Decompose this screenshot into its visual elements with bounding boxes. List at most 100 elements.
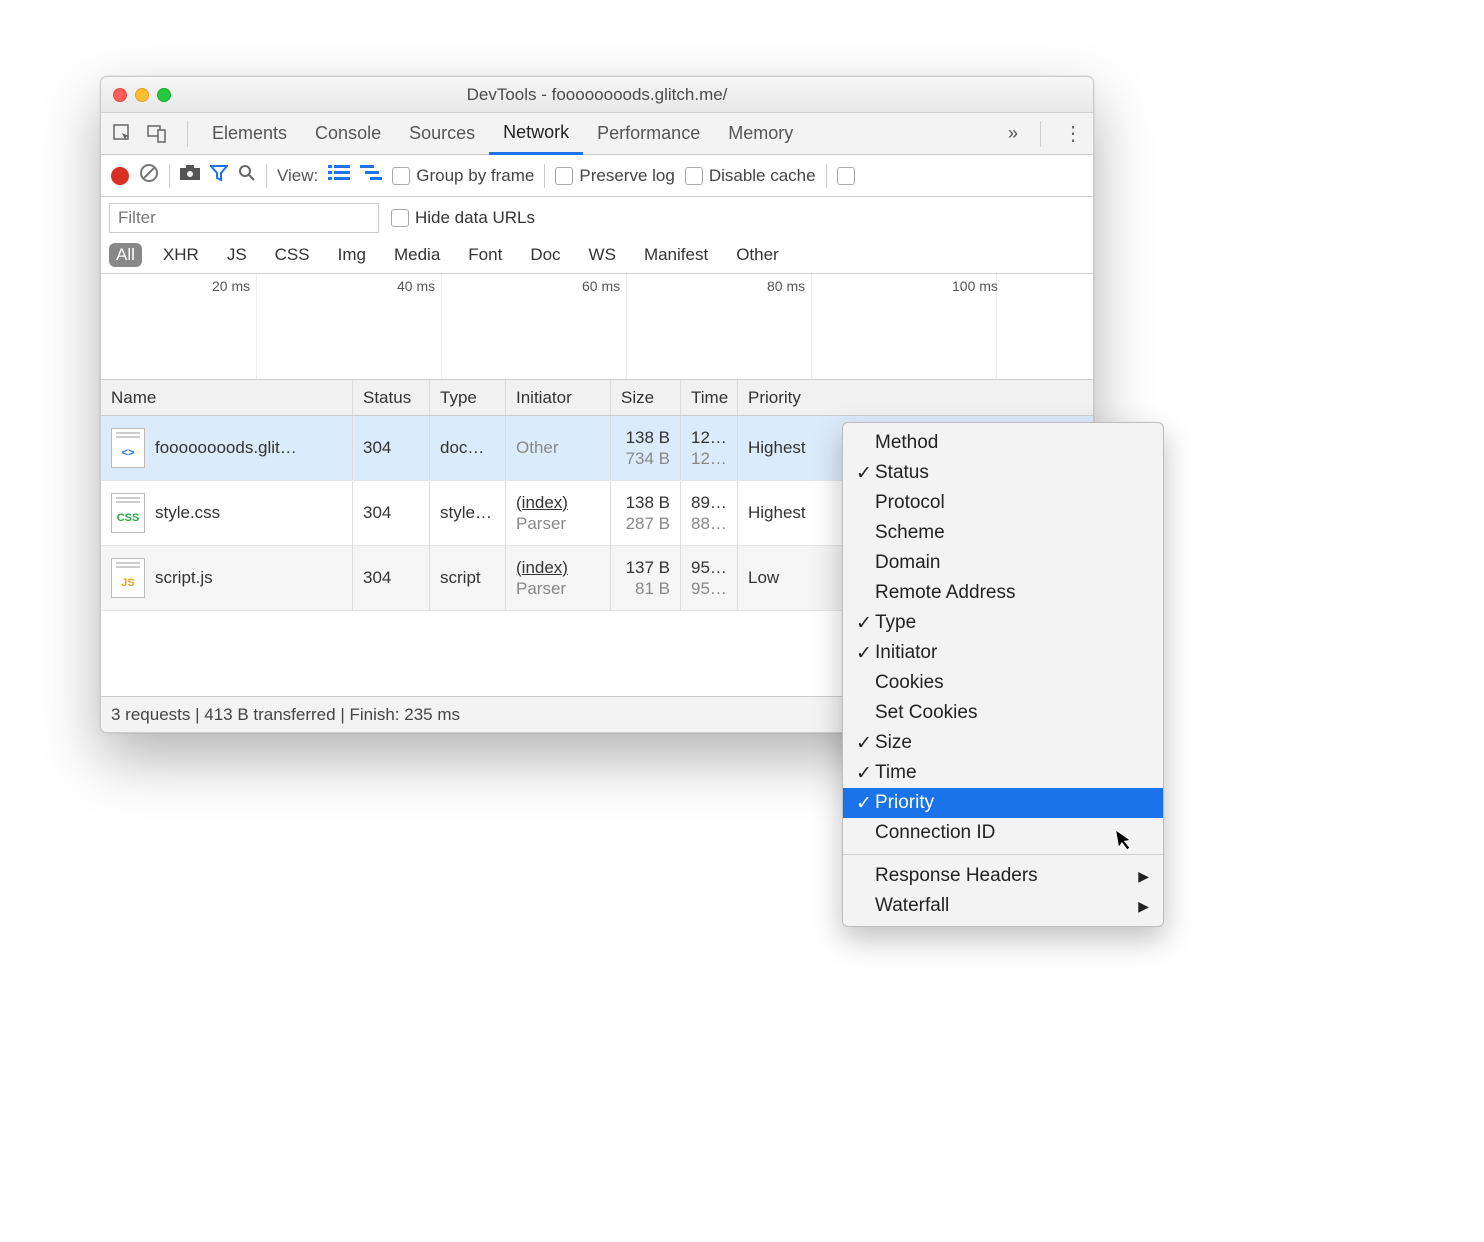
menu-item-initiator[interactable]: ✓Initiator bbox=[843, 638, 1163, 668]
filter-type-img[interactable]: Img bbox=[331, 243, 373, 267]
filter-icon[interactable] bbox=[210, 164, 228, 187]
menu-item-method[interactable]: Method bbox=[843, 428, 1163, 458]
minimize-window-button[interactable] bbox=[135, 88, 149, 102]
cell-priority: Low bbox=[738, 546, 818, 610]
menu-item-type[interactable]: ✓Type bbox=[843, 608, 1163, 638]
offline-checkbox[interactable] bbox=[837, 167, 855, 185]
search-icon[interactable] bbox=[238, 164, 256, 187]
col-type[interactable]: Type bbox=[430, 380, 506, 415]
request-name: style.css bbox=[155, 503, 220, 523]
tab-sources[interactable]: Sources bbox=[395, 113, 489, 155]
filter-type-font[interactable]: Font bbox=[461, 243, 509, 267]
group-by-frame-checkbox[interactable]: Group by frame bbox=[392, 166, 534, 186]
cell-size: 137 B81 B bbox=[611, 546, 681, 610]
tab-elements[interactable]: Elements bbox=[198, 113, 301, 155]
col-initiator[interactable]: Initiator bbox=[506, 380, 611, 415]
tab-performance[interactable]: Performance bbox=[583, 113, 714, 155]
menu-item-scheme[interactable]: Scheme bbox=[843, 518, 1163, 548]
hide-data-urls-checkbox[interactable]: Hide data URLs bbox=[391, 208, 535, 228]
cell-time: 95…95… bbox=[681, 546, 738, 610]
titlebar: DevTools - foooooooods.glitch.me/ bbox=[101, 77, 1093, 113]
tab-memory[interactable]: Memory bbox=[714, 113, 807, 155]
file-type-icon: <> bbox=[122, 447, 135, 459]
request-name: foooooooods.glit… bbox=[155, 438, 297, 458]
tabs-overflow-icon[interactable]: » bbox=[1008, 123, 1018, 144]
check-icon: ✓ bbox=[853, 792, 875, 815]
cell-size: 138 B734 B bbox=[611, 416, 681, 480]
col-size[interactable]: Size bbox=[611, 380, 681, 415]
check-icon: ✓ bbox=[853, 612, 875, 635]
initiator-text: Other bbox=[516, 437, 600, 458]
list-view-icon[interactable] bbox=[328, 165, 350, 186]
filter-type-media[interactable]: Media bbox=[387, 243, 447, 267]
menu-item-size[interactable]: ✓Size bbox=[843, 728, 1163, 758]
check-icon: ✓ bbox=[853, 642, 875, 665]
device-toggle-icon[interactable] bbox=[143, 120, 171, 148]
request-name: script.js bbox=[155, 568, 213, 588]
col-priority[interactable]: Priority bbox=[738, 380, 818, 415]
traffic-lights bbox=[113, 88, 171, 102]
view-label: View: bbox=[277, 166, 318, 186]
filter-type-xhr[interactable]: XHR bbox=[156, 243, 206, 267]
cell-priority: Highest bbox=[738, 481, 818, 545]
menu-item-time[interactable]: ✓Time bbox=[843, 758, 1163, 788]
tab-console[interactable]: Console bbox=[301, 113, 395, 155]
file-type-icon: CSS bbox=[117, 512, 140, 524]
cell-type: script bbox=[430, 546, 506, 610]
filter-input[interactable] bbox=[109, 203, 379, 233]
preserve-log-checkbox[interactable]: Preserve log bbox=[555, 166, 674, 186]
cell-size: 138 B287 B bbox=[611, 481, 681, 545]
zoom-window-button[interactable] bbox=[157, 88, 171, 102]
cell-priority: Highest bbox=[738, 416, 818, 480]
timeline-tick: 100 ms bbox=[952, 278, 998, 294]
menu-item-cookies[interactable]: Cookies bbox=[843, 668, 1163, 698]
inspect-element-icon[interactable] bbox=[109, 120, 137, 148]
status-summary: 3 requests | 413 B transferred | Finish:… bbox=[111, 705, 460, 725]
filter-type-css[interactable]: CSS bbox=[268, 243, 317, 267]
filter-type-js[interactable]: JS bbox=[220, 243, 254, 267]
check-icon: ✓ bbox=[853, 462, 875, 485]
clear-button[interactable] bbox=[139, 163, 159, 188]
filter-type-ws[interactable]: WS bbox=[582, 243, 623, 267]
settings-kebab-icon[interactable]: ⋮ bbox=[1063, 121, 1085, 146]
check-icon: ✓ bbox=[853, 762, 875, 785]
capture-screenshot-icon[interactable] bbox=[180, 165, 200, 186]
menu-item-remote-address[interactable]: Remote Address bbox=[843, 578, 1163, 608]
timeline-tick: 60 ms bbox=[582, 278, 620, 294]
menu-item-domain[interactable]: Domain bbox=[843, 548, 1163, 578]
close-window-button[interactable] bbox=[113, 88, 127, 102]
col-time[interactable]: Time bbox=[681, 380, 738, 415]
cell-status: 304 bbox=[353, 416, 430, 480]
menu-item-priority[interactable]: ✓Priority bbox=[843, 788, 1163, 818]
menu-item-protocol[interactable]: Protocol bbox=[843, 488, 1163, 518]
column-context-menu: Method✓StatusProtocolSchemeDomainRemote … bbox=[842, 422, 1164, 927]
col-status[interactable]: Status bbox=[353, 380, 430, 415]
timeline-overview[interactable]: 20 ms40 ms60 ms80 ms100 ms bbox=[101, 274, 1093, 380]
filter-type-all[interactable]: All bbox=[109, 243, 142, 267]
menu-item-connection-id[interactable]: Connection ID bbox=[843, 818, 1163, 848]
timeline-tick: 40 ms bbox=[397, 278, 435, 294]
waterfall-view-icon[interactable] bbox=[360, 165, 382, 186]
filter-type-manifest[interactable]: Manifest bbox=[637, 243, 715, 267]
disable-cache-checkbox[interactable]: Disable cache bbox=[685, 166, 816, 186]
menu-item-response-headers[interactable]: Response Headers▶ bbox=[843, 861, 1163, 891]
submenu-arrow-icon: ▶ bbox=[1138, 868, 1149, 885]
check-icon: ✓ bbox=[853, 732, 875, 755]
devtools-tabs: ElementsConsoleSourcesNetworkPerformance… bbox=[101, 113, 1093, 155]
col-name[interactable]: Name bbox=[101, 380, 353, 415]
window-title: DevTools - foooooooods.glitch.me/ bbox=[101, 85, 1093, 105]
table-header: Name Status Type Initiator Size Time Pri… bbox=[101, 380, 1093, 416]
cell-type: doc… bbox=[430, 416, 506, 480]
menu-item-waterfall[interactable]: Waterfall▶ bbox=[843, 891, 1163, 921]
cell-time: 89…88… bbox=[681, 481, 738, 545]
timeline-tick: 80 ms bbox=[767, 278, 805, 294]
filter-type-other[interactable]: Other bbox=[729, 243, 786, 267]
initiator-link[interactable]: (index) bbox=[516, 557, 600, 578]
initiator-link[interactable]: (index) bbox=[516, 492, 600, 513]
filter-type-doc[interactable]: Doc bbox=[523, 243, 567, 267]
cell-time: 12…12… bbox=[681, 416, 738, 480]
record-button[interactable] bbox=[111, 167, 129, 185]
menu-item-set-cookies[interactable]: Set Cookies bbox=[843, 698, 1163, 728]
tab-network[interactable]: Network bbox=[489, 113, 583, 155]
menu-item-status[interactable]: ✓Status bbox=[843, 458, 1163, 488]
